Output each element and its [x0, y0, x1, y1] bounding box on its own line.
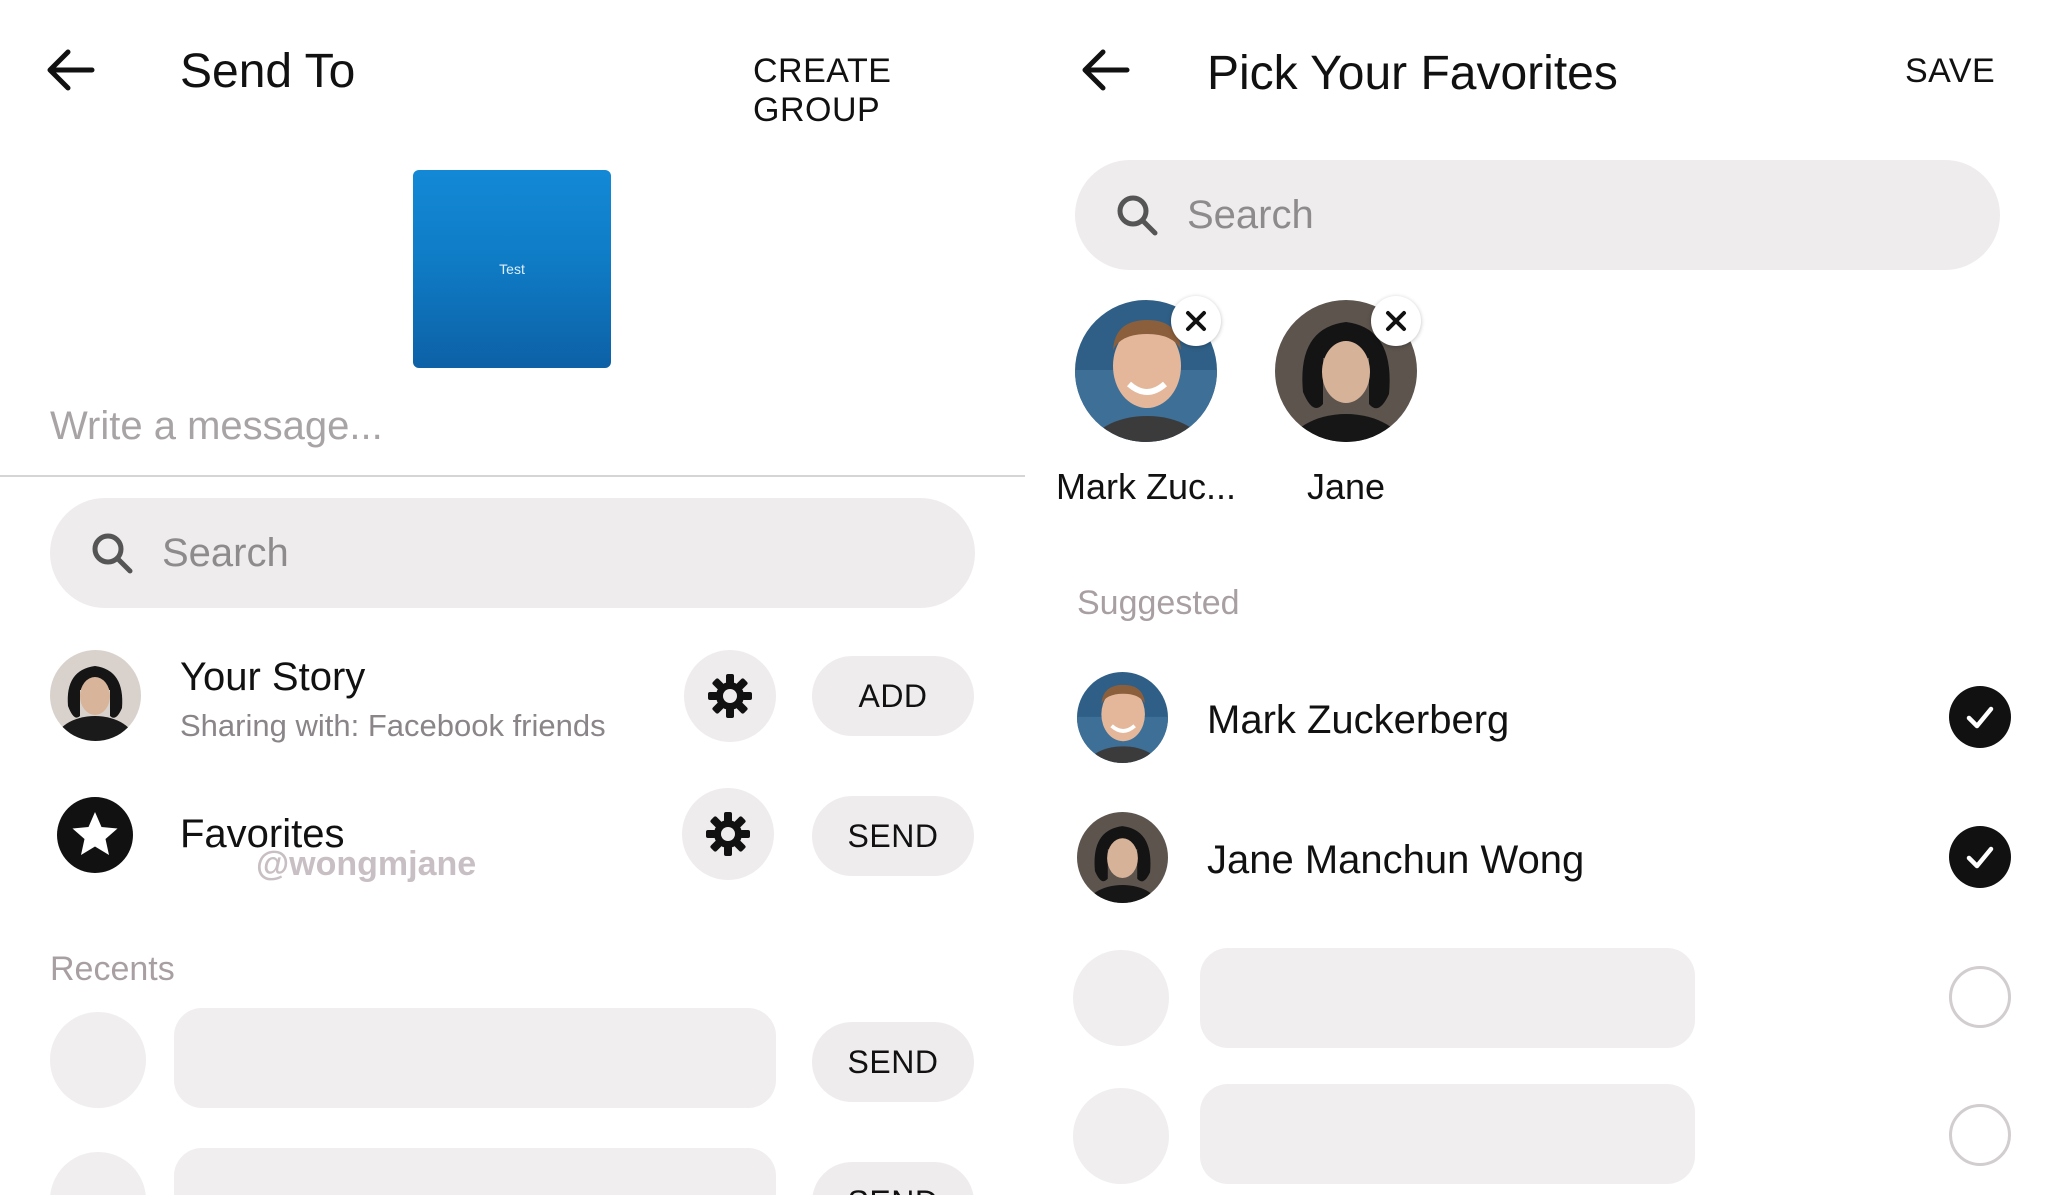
favorites-star-badge	[56, 796, 134, 874]
suggested-label: Suggested	[1077, 584, 1240, 622]
pick-favorites-panel: Pick Your Favorites SAVE Mark Zuc...	[1025, 0, 2048, 1195]
send-recent-button[interactable]: SEND	[812, 1162, 974, 1195]
close-icon	[1186, 311, 1206, 331]
send-to-panel: Send To CREATE GROUP Test Your Story Sha…	[0, 0, 1025, 1195]
gear-icon	[706, 812, 750, 856]
avatar	[1077, 812, 1168, 903]
search-bar[interactable]	[50, 498, 975, 608]
thumbnail-text: Test	[499, 261, 525, 277]
selected-name: Jane	[1306, 466, 1386, 507]
search-icon	[1115, 193, 1159, 237]
select-toggle[interactable]	[1949, 826, 2011, 888]
back-arrow-icon	[47, 49, 95, 91]
send-favorites-button[interactable]: SEND	[812, 796, 974, 876]
media-preview-thumbnail: Test	[413, 170, 611, 368]
select-toggle[interactable]	[1949, 686, 2011, 748]
suggested-avatar-placeholder	[1073, 1088, 1169, 1184]
remove-selected-button[interactable]	[1171, 296, 1221, 346]
search-input[interactable]	[1187, 192, 1835, 238]
recent-avatar-placeholder	[50, 1152, 146, 1195]
suggested-name-placeholder	[1200, 948, 1695, 1048]
suggested-name: Mark Zuckerberg	[1207, 698, 1510, 742]
avatar	[1077, 672, 1168, 763]
save-button[interactable]: SAVE	[1905, 52, 1995, 91]
message-input[interactable]	[50, 398, 970, 454]
gear-icon	[708, 674, 752, 718]
search-input[interactable]	[162, 530, 810, 576]
your-story-subtitle: Sharing with: Facebook friends	[180, 708, 606, 743]
suggested-name-placeholder	[1200, 1084, 1695, 1184]
search-icon	[90, 531, 134, 575]
select-toggle[interactable]	[1949, 966, 2011, 1028]
favorites-settings-button[interactable]	[682, 788, 774, 880]
back-button[interactable]	[30, 30, 110, 110]
suggested-name: Jane Manchun Wong	[1207, 838, 1585, 882]
search-bar[interactable]	[1075, 160, 2000, 270]
create-group-button[interactable]: CREATE GROUP	[753, 52, 1025, 130]
recent-name-placeholder	[174, 1008, 776, 1108]
remove-selected-button[interactable]	[1371, 296, 1421, 346]
star-icon	[57, 797, 133, 873]
close-icon	[1386, 311, 1406, 331]
divider	[0, 475, 1025, 477]
back-button[interactable]	[1065, 30, 1145, 110]
back-arrow-icon	[1082, 49, 1130, 91]
add-story-button[interactable]: ADD	[812, 656, 974, 736]
recent-name-placeholder	[174, 1148, 776, 1195]
suggested-avatar-placeholder	[1073, 950, 1169, 1046]
recent-avatar-placeholder	[50, 1012, 146, 1108]
watermark-text: @wongmjane	[256, 845, 477, 883]
checkmark-icon	[1966, 706, 1994, 729]
story-settings-button[interactable]	[684, 650, 776, 742]
page-title: Send To	[180, 45, 356, 98]
recents-label: Recents	[50, 950, 175, 988]
selected-name: Mark Zuc...	[1055, 466, 1237, 507]
your-story-name: Your Story	[180, 655, 366, 699]
avatar	[50, 650, 141, 741]
send-recent-button[interactable]: SEND	[812, 1022, 974, 1102]
select-toggle[interactable]	[1949, 1104, 2011, 1166]
page-title: Pick Your Favorites	[1207, 47, 1618, 100]
checkmark-icon	[1966, 846, 1994, 869]
